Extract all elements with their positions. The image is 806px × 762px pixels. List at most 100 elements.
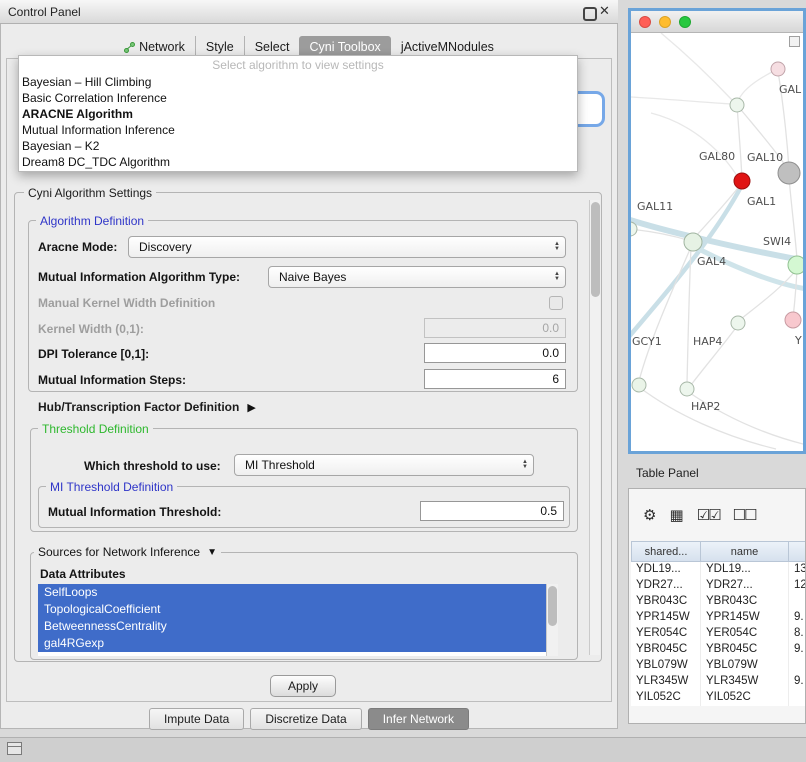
- network-canvas[interactable]: GALGAL80GAL10GAL11GAL1SWI4GAL4GCY1HAP4YH…: [631, 33, 803, 451]
- table-row[interactable]: YDL19...YDL19...13: [631, 562, 806, 578]
- attribute-item[interactable]: SelfLoops: [38, 584, 546, 601]
- network-edge: [639, 387, 776, 449]
- network-node[interactable]: [730, 98, 744, 112]
- chevron-updown-icon: ▲▼: [517, 460, 533, 470]
- deselect-all-icon[interactable]: ☐☐: [733, 506, 756, 524]
- network-node-label: SWI4: [763, 235, 791, 248]
- network-node[interactable]: [785, 312, 801, 328]
- network-node[interactable]: [778, 162, 800, 184]
- mi-type-value: Naive Bayes: [269, 270, 549, 284]
- panel-dock-icon[interactable]: [7, 742, 22, 755]
- network-edge: [695, 183, 742, 237]
- table-panel-toolbar: ⚙ ▦ ☑☑ ☐☐: [629, 489, 805, 541]
- settings-scrollbar-thumb[interactable]: [591, 202, 600, 297]
- algorithm-dropdown-popup: Select algorithm to view settings Bayesi…: [18, 55, 578, 172]
- table-row[interactable]: YBR043CYBR043C: [631, 594, 806, 610]
- table-row[interactable]: YER054CYER054C8.: [631, 626, 806, 642]
- kernel-width-field[interactable]: 0.0: [424, 318, 566, 338]
- float-window-icon[interactable]: [583, 7, 597, 21]
- algorithm-option[interactable]: Mutual Information Inference: [19, 122, 577, 138]
- tab-infer-network[interactable]: Infer Network: [368, 708, 469, 730]
- hub-definition-section[interactable]: Hub/Transcription Factor Definition ▶: [38, 400, 256, 414]
- kernel-width-label: Kernel Width (0,1):: [38, 322, 144, 336]
- attribute-item[interactable]: gal4RGexp: [38, 635, 546, 652]
- algorithm-option[interactable]: Dream8 DC_TDC Algorithm: [19, 154, 577, 170]
- network-node[interactable]: [680, 382, 694, 396]
- gear-icon[interactable]: ⚙: [643, 506, 656, 524]
- table-row[interactable]: YLR345WYLR345W9.: [631, 674, 806, 690]
- network-node-label: GAL: [779, 83, 802, 96]
- attribute-item[interactable]: TopologicalCoefficient: [38, 601, 546, 618]
- mi-steps-label: Mutual Information Steps:: [38, 373, 186, 387]
- network-node[interactable]: [788, 256, 803, 274]
- network-node-label: GAL11: [637, 200, 673, 213]
- attributes-scrollbar[interactable]: [546, 584, 558, 656]
- attributes-scrollbar-thumb[interactable]: [548, 586, 557, 626]
- column-header[interactable]: shared...: [631, 541, 701, 562]
- network-node-label: HAP4: [693, 335, 722, 348]
- which-threshold-combobox[interactable]: MI Threshold ▲▼: [234, 454, 534, 476]
- tab-impute-data[interactable]: Impute Data: [149, 708, 244, 730]
- aracne-mode-value: Discovery: [129, 240, 549, 254]
- tab-label: jActiveMNodules: [401, 40, 494, 54]
- settings-group-title: Cyni Algorithm Settings: [24, 186, 156, 200]
- table-row[interactable]: YPR145WYPR145W9.: [631, 610, 806, 626]
- mi-type-label: Mutual Information Algorithm Type:: [38, 270, 240, 284]
- network-node[interactable]: [734, 173, 750, 189]
- network-node[interactable]: [771, 62, 785, 76]
- mi-threshold-group-title: MI Threshold Definition: [46, 480, 177, 494]
- hub-definition-label: Hub/Transcription Factor Definition: [38, 400, 239, 414]
- close-icon[interactable]: ✕: [599, 3, 610, 19]
- table-header-row: shared...name: [631, 541, 806, 562]
- desktop: Control Panel ✕ Network Style Select Cyn…: [0, 0, 806, 762]
- column-header[interactable]: [789, 541, 806, 562]
- table-row[interactable]: YDR27...YDR27...12: [631, 578, 806, 594]
- dpi-tolerance-field[interactable]: 0.0: [424, 343, 566, 363]
- network-icon: [124, 42, 135, 53]
- which-threshold-value: MI Threshold: [235, 458, 517, 472]
- mi-threshold-field[interactable]: 0.5: [420, 501, 564, 521]
- close-icon[interactable]: [639, 16, 651, 28]
- table-row[interactable]: YBL079WYBL079W: [631, 658, 806, 674]
- network-node-label: GAL80: [699, 150, 735, 163]
- network-node[interactable]: [731, 316, 745, 330]
- table-row[interactable]: YIL052CYIL052C: [631, 690, 806, 706]
- network-edge: [737, 105, 742, 179]
- aracne-mode-combobox[interactable]: Discovery ▲▼: [128, 236, 566, 258]
- network-node[interactable]: [684, 233, 702, 251]
- tab-label: Style: [206, 40, 234, 54]
- algorithm-option[interactable]: Bayesian – K2: [19, 138, 577, 154]
- manual-kernel-checkbox[interactable]: [549, 296, 563, 310]
- settings-scrollbar[interactable]: [589, 200, 600, 655]
- mi-steps-field[interactable]: 6: [424, 369, 566, 389]
- popup-placeholder: Select algorithm to view settings: [19, 56, 577, 74]
- window-title: Control Panel: [8, 5, 81, 19]
- tab-label: Network: [139, 40, 185, 54]
- apply-button[interactable]: Apply: [270, 675, 336, 697]
- zoom-icon[interactable]: [679, 16, 691, 28]
- minimize-icon[interactable]: [659, 16, 671, 28]
- sources-label: Sources for Network Inference: [38, 545, 200, 559]
- tab-discretize-data[interactable]: Discretize Data: [250, 708, 361, 730]
- network-view-window: GALGAL80GAL10GAL11GAL1SWI4GAL4GCY1HAP4YH…: [628, 8, 806, 454]
- select-all-icon[interactable]: ☑☑: [697, 506, 720, 524]
- algorithm-option[interactable]: ARACNE Algorithm: [19, 106, 577, 122]
- bottom-tabs: Impute Data Discretize Data Infer Networ…: [0, 708, 618, 730]
- bottom-status-strip: [0, 737, 806, 762]
- network-node-label: GAL4: [697, 255, 726, 268]
- tab-label: Cyni Toolbox: [309, 40, 380, 54]
- chevron-right-icon: ▶: [247, 401, 255, 414]
- network-node-label: GCY1: [632, 335, 662, 348]
- network-window-titlebar: [631, 11, 803, 33]
- table-row[interactable]: YBR045CYBR045C9.: [631, 642, 806, 658]
- network-node-label: GAL1: [747, 195, 776, 208]
- algorithm-option[interactable]: Bayesian – Hill Climbing: [19, 74, 577, 90]
- column-header[interactable]: name: [701, 541, 789, 562]
- attribute-item[interactable]: BetweennessCentrality: [38, 618, 546, 635]
- network-node[interactable]: [632, 378, 646, 392]
- mi-type-combobox[interactable]: Naive Bayes ▲▼: [268, 266, 566, 288]
- chevron-updown-icon: ▲▼: [549, 242, 565, 252]
- sources-section-header[interactable]: Sources for Network Inference ▼: [34, 545, 221, 559]
- columns-icon[interactable]: ▦: [669, 506, 683, 524]
- algorithm-option[interactable]: Basic Correlation Inference: [19, 90, 577, 106]
